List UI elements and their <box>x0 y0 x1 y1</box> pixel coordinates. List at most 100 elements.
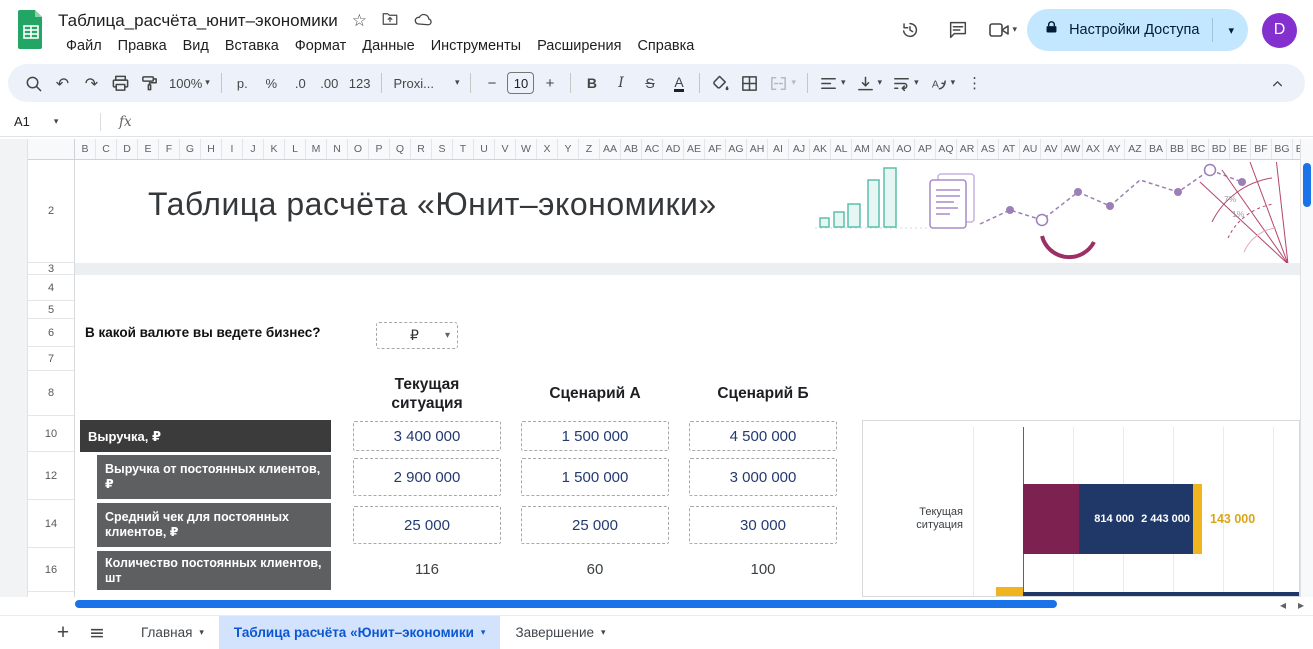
vertical-scrollbar-thumb[interactable] <box>1303 163 1311 207</box>
column-header-E[interactable]: E <box>138 139 159 159</box>
font-family-select[interactable]: Proxi... ▾ <box>389 69 463 97</box>
embedded-chart[interactable]: Текущая ситуация 814 000 2 443 000 143 0… <box>862 420 1300 597</box>
bold-button[interactable]: B <box>578 69 605 97</box>
currency-question[interactable]: В какой валюте вы ведете бизнес? <box>85 319 320 347</box>
paint-format-icon[interactable] <box>136 69 163 97</box>
increase-decimals-button[interactable]: .00 <box>316 69 343 97</box>
column-header-AH[interactable]: AH <box>747 139 768 159</box>
menu-Файл[interactable]: Файл <box>58 36 110 56</box>
column-header-G[interactable]: G <box>180 139 201 159</box>
vertical-align-icon[interactable]: ▾ <box>852 69 887 97</box>
row-label-4[interactable]: Количество постоянных клиентов, шт <box>97 551 331 590</box>
column-header-Q[interactable]: Q <box>390 139 411 159</box>
column-header-P[interactable]: P <box>369 139 390 159</box>
row-header-4[interactable]: 4 <box>28 275 74 301</box>
comments-icon[interactable] <box>939 11 977 49</box>
menu-Вставка[interactable]: Вставка <box>217 36 287 56</box>
star-icon[interactable]: ☆ <box>352 11 367 31</box>
text-rotation-icon[interactable]: A ▾ <box>925 69 960 97</box>
column-header-AX[interactable]: AX <box>1083 139 1104 159</box>
column-header-AZ[interactable]: AZ <box>1125 139 1146 159</box>
horizontal-scrollbar[interactable]: ◂ ▸ <box>0 597 1313 615</box>
version-history-icon[interactable] <box>891 11 929 49</box>
column-header-AJ[interactable]: AJ <box>789 139 810 159</box>
currency-dropdown[interactable]: ₽ ▾ <box>376 322 458 349</box>
share-caret-icon[interactable]: ▾ <box>1226 24 1242 37</box>
column-header-AM[interactable]: AM <box>852 139 873 159</box>
value-cell-r3-c1[interactable]: 25 000 <box>353 506 501 544</box>
horizontal-scrollbar-thumb[interactable] <box>75 600 1057 608</box>
column-header-X[interactable]: X <box>537 139 558 159</box>
value-cell-r4-c1[interactable]: 116 <box>353 554 501 584</box>
scenario-header-1[interactable]: Текущая ситуация <box>353 371 501 416</box>
decrease-decimals-button[interactable]: .0 <box>287 69 314 97</box>
menu-Правка[interactable]: Правка <box>110 36 175 56</box>
column-header-AY[interactable]: AY <box>1104 139 1125 159</box>
column-header-S[interactable]: S <box>432 139 453 159</box>
value-cell-r1-c1[interactable]: 3 400 000 <box>353 421 501 451</box>
scroll-right-icon[interactable]: ▸ <box>1298 597 1304 613</box>
value-cell-r2-c1[interactable]: 2 900 000 <box>353 458 501 496</box>
italic-button[interactable]: I <box>607 69 634 97</box>
sheet-tab-3[interactable]: Завершение ▾ <box>500 616 620 649</box>
move-folder-icon[interactable] <box>381 10 399 33</box>
horizontal-align-icon[interactable]: ▾ <box>815 69 850 97</box>
column-header-AU[interactable]: AU <box>1020 139 1041 159</box>
scenario-header-2[interactable]: Сценарий А <box>521 371 669 416</box>
row-label-3[interactable]: Средний чек для постоянных клиентов, ₽ <box>97 503 331 547</box>
scenario-header-3[interactable]: Сценарий Б <box>689 371 837 416</box>
name-box[interactable]: A1 ▾ <box>0 114 100 129</box>
column-header-AG[interactable]: AG <box>726 139 747 159</box>
column-header-D[interactable]: D <box>117 139 138 159</box>
column-header-AT[interactable]: AT <box>999 139 1020 159</box>
value-cell-r3-c2[interactable]: 25 000 <box>521 506 669 544</box>
column-header-AW[interactable]: AW <box>1062 139 1083 159</box>
name-box-caret-icon[interactable]: ▾ <box>54 117 59 127</box>
value-cell-r4-c2[interactable]: 60 <box>521 554 669 584</box>
column-header-H[interactable]: H <box>201 139 222 159</box>
avatar[interactable]: D <box>1262 12 1297 48</box>
row-header-6[interactable]: 6 <box>28 319 74 347</box>
sheet-tab-1[interactable]: Главная ▾ <box>126 616 219 649</box>
column-header-AL[interactable]: AL <box>831 139 852 159</box>
sheet-tab-caret-icon[interactable]: ▾ <box>199 628 204 638</box>
column-header-AO[interactable]: AO <box>894 139 915 159</box>
menu-Формат[interactable]: Формат <box>287 36 355 56</box>
menu-Вид[interactable]: Вид <box>175 36 217 56</box>
column-header-BH[interactable]: BH <box>1293 139 1300 159</box>
sheet-tab-caret-icon[interactable]: ▾ <box>481 628 486 638</box>
currency-format-button[interactable]: р. <box>229 69 256 97</box>
menu-Справка[interactable]: Справка <box>629 36 702 56</box>
column-header-J[interactable]: J <box>243 139 264 159</box>
text-wrap-icon[interactable]: ▾ <box>888 69 923 97</box>
column-header-W[interactable]: W <box>516 139 537 159</box>
sheet-tab-2[interactable]: Таблица расчёта «Юнит–экономики ▾ <box>218 616 501 649</box>
column-header-F[interactable]: F <box>159 139 180 159</box>
column-header-BE[interactable]: BE <box>1230 139 1251 159</box>
value-cell-r1-c2[interactable]: 1 500 000 <box>521 421 669 451</box>
column-header-AI[interactable]: AI <box>768 139 789 159</box>
column-header-I[interactable]: I <box>222 139 243 159</box>
menu-Данные[interactable]: Данные <box>354 36 422 56</box>
add-sheet-button[interactable]: + <box>46 616 80 649</box>
row-header-2[interactable]: 2 <box>28 160 74 263</box>
all-sheets-icon[interactable]: ≡ <box>80 616 114 649</box>
undo-icon[interactable]: ↶ <box>49 69 76 97</box>
column-header-AB[interactable]: AB <box>621 139 642 159</box>
column-header-AK[interactable]: AK <box>810 139 831 159</box>
meet-call-button[interactable]: ▾ <box>987 18 1017 42</box>
column-header-T[interactable]: T <box>453 139 474 159</box>
row-header-10[interactable]: 10 <box>28 416 74 452</box>
column-header-BB[interactable]: BB <box>1167 139 1188 159</box>
column-header-V[interactable]: V <box>495 139 516 159</box>
borders-icon[interactable] <box>736 69 763 97</box>
value-cell-r2-c3[interactable]: 3 000 000 <box>689 458 837 496</box>
column-header-BC[interactable]: BC <box>1188 139 1209 159</box>
row-header-3[interactable]: 3 <box>28 263 74 275</box>
font-size-input[interactable]: 10 <box>507 72 535 94</box>
column-header-AP[interactable]: AP <box>915 139 936 159</box>
column-header-AE[interactable]: AE <box>684 139 705 159</box>
column-header-U[interactable]: U <box>474 139 495 159</box>
menu-Инструменты[interactable]: Инструменты <box>423 36 529 56</box>
row-header-14[interactable]: 14 <box>28 500 74 548</box>
